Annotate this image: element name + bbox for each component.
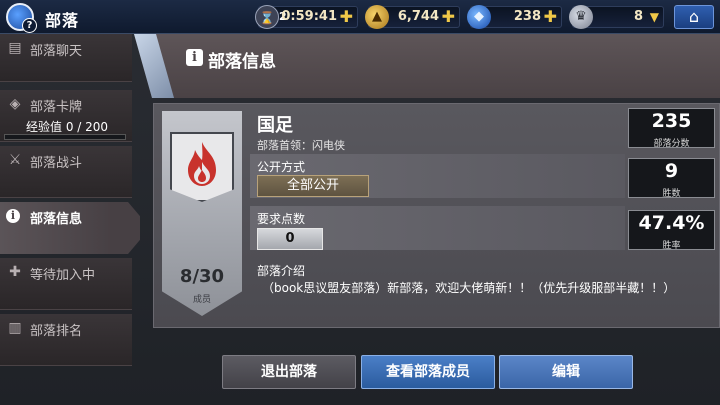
gold-coin-icon: ▲ — [365, 5, 389, 29]
sidebar: ▤ 部落聊天 ◈ 部落卡牌 经验值 0 / 200 ⚔ 部落战斗 i 部落信息 … — [0, 34, 140, 405]
win-rate-label: 胜率 — [662, 241, 681, 251]
trophy-resource[interactable]: ♛ 8 ▼ — [569, 5, 664, 29]
publicity-label: 公开方式 — [257, 160, 306, 174]
win-rate-box: 47.4% 胜率 — [628, 210, 715, 251]
cards-icon: ◈ — [9, 96, 21, 112]
win-rate-value: 47.4% — [638, 212, 705, 234]
sidebar-item-label: 部落卡牌 — [30, 100, 83, 115]
sidebar-item-pending[interactable]: ✚ 等待加入中 — [0, 258, 132, 310]
plus-icon: ✚ — [9, 264, 21, 280]
leader-label: 部落首领： — [257, 139, 312, 152]
crossed-swords-icon: ⚔ — [8, 152, 22, 168]
tribe-name: 国足 — [257, 115, 293, 136]
help-badge[interactable]: ? — [22, 18, 37, 33]
page-title: 部落 — [45, 11, 80, 30]
add-gold-button[interactable]: ✚ — [442, 7, 455, 27]
sidebar-item-label: 部落战斗 — [30, 156, 83, 171]
leader-name: 闪电侠 — [312, 139, 345, 152]
wins-label: 胜数 — [662, 189, 681, 199]
exp-progress-bar — [4, 134, 126, 140]
publicity-value-box: 全部公开 — [257, 175, 369, 197]
view-members-button[interactable]: 查看部落成员 — [361, 355, 495, 389]
hourglass-icon: ⌛ — [255, 5, 279, 29]
gold-value: 6,744 — [397, 9, 439, 24]
section-title: 部落信息 — [208, 52, 276, 72]
home-icon: ⌂ — [688, 7, 700, 26]
sidebar-item-label: 部落信息 — [30, 212, 83, 227]
add-gem-button[interactable]: ✚ — [544, 7, 557, 27]
exp-label: 经验值 0 / 200 — [26, 120, 109, 134]
trophy-icon: ♛ — [569, 5, 593, 29]
chat-icon: ▤ — [8, 40, 22, 56]
sidebar-item-info[interactable]: i 部落信息 — [0, 202, 140, 254]
sidebar-item-ranking[interactable]: ▥ 部落排名 — [0, 314, 132, 366]
home-button[interactable]: ⌂ — [674, 5, 714, 29]
section-header: i 部落信息 — [134, 34, 720, 98]
tribe-score-box: 235 部落分数 — [628, 108, 715, 149]
gem-icon: ◆ — [467, 5, 491, 29]
gem-value: 238 — [513, 9, 541, 24]
tribe-leader: 部落首领：闪电侠 — [257, 137, 345, 153]
timer-resource: ⌛ 2 0:59:41 ✚ — [255, 5, 358, 29]
intro-label: 部落介绍 — [257, 264, 306, 278]
sidebar-item-chat[interactable]: ▤ 部落聊天 — [0, 34, 132, 82]
sidebar-item-cards[interactable]: ◈ 部落卡牌 经验值 0 / 200 — [0, 90, 132, 142]
tribe-score-label: 部落分数 — [653, 139, 690, 149]
info-icon: i — [6, 209, 20, 223]
tribe-score-value: 235 — [651, 110, 692, 132]
intro-text: （book思议盟友部落）新部落，欢迎大佬萌新！！（优先升级服部半藏！！） — [262, 281, 676, 295]
info-icon: i — [186, 49, 203, 66]
wins-value: 9 — [664, 160, 679, 182]
gold-resource: ▲ 6,744 ✚ — [365, 5, 460, 29]
add-time-button[interactable]: ✚ — [340, 7, 353, 27]
required-points-value-box: 0 — [257, 228, 323, 250]
flame-emblem-icon — [188, 142, 216, 186]
wins-box: 9 胜数 — [628, 158, 715, 199]
top-bar: ? 部落 ⌛ 2 0:59:41 ✚ ▲ 6,744 ✚ ◆ 238 ✚ ♛ 8… — [0, 0, 720, 34]
sidebar-item-battle[interactable]: ⚔ 部落战斗 — [0, 146, 132, 198]
ranking-icon: ▥ — [8, 320, 22, 336]
required-points-label: 要求点数 — [257, 212, 306, 226]
leave-tribe-button[interactable]: 退出部落 — [222, 355, 356, 389]
edit-button[interactable]: 编辑 — [499, 355, 633, 389]
sidebar-item-label: 部落排名 — [30, 324, 83, 339]
trophy-value: 8 — [633, 9, 643, 24]
timer-value: 0:59:41 — [281, 9, 337, 24]
sidebar-item-label: 部落聊天 — [30, 44, 83, 59]
member-count-label: 成员 — [192, 295, 211, 305]
trophy-dropdown-arrow[interactable]: ▼ — [650, 7, 659, 27]
player-avatar[interactable]: ? — [6, 3, 37, 33]
member-count: 8/30 — [179, 266, 225, 287]
sidebar-item-label: 等待加入中 — [30, 268, 96, 283]
gem-resource: ◆ 238 ✚ — [467, 5, 562, 29]
